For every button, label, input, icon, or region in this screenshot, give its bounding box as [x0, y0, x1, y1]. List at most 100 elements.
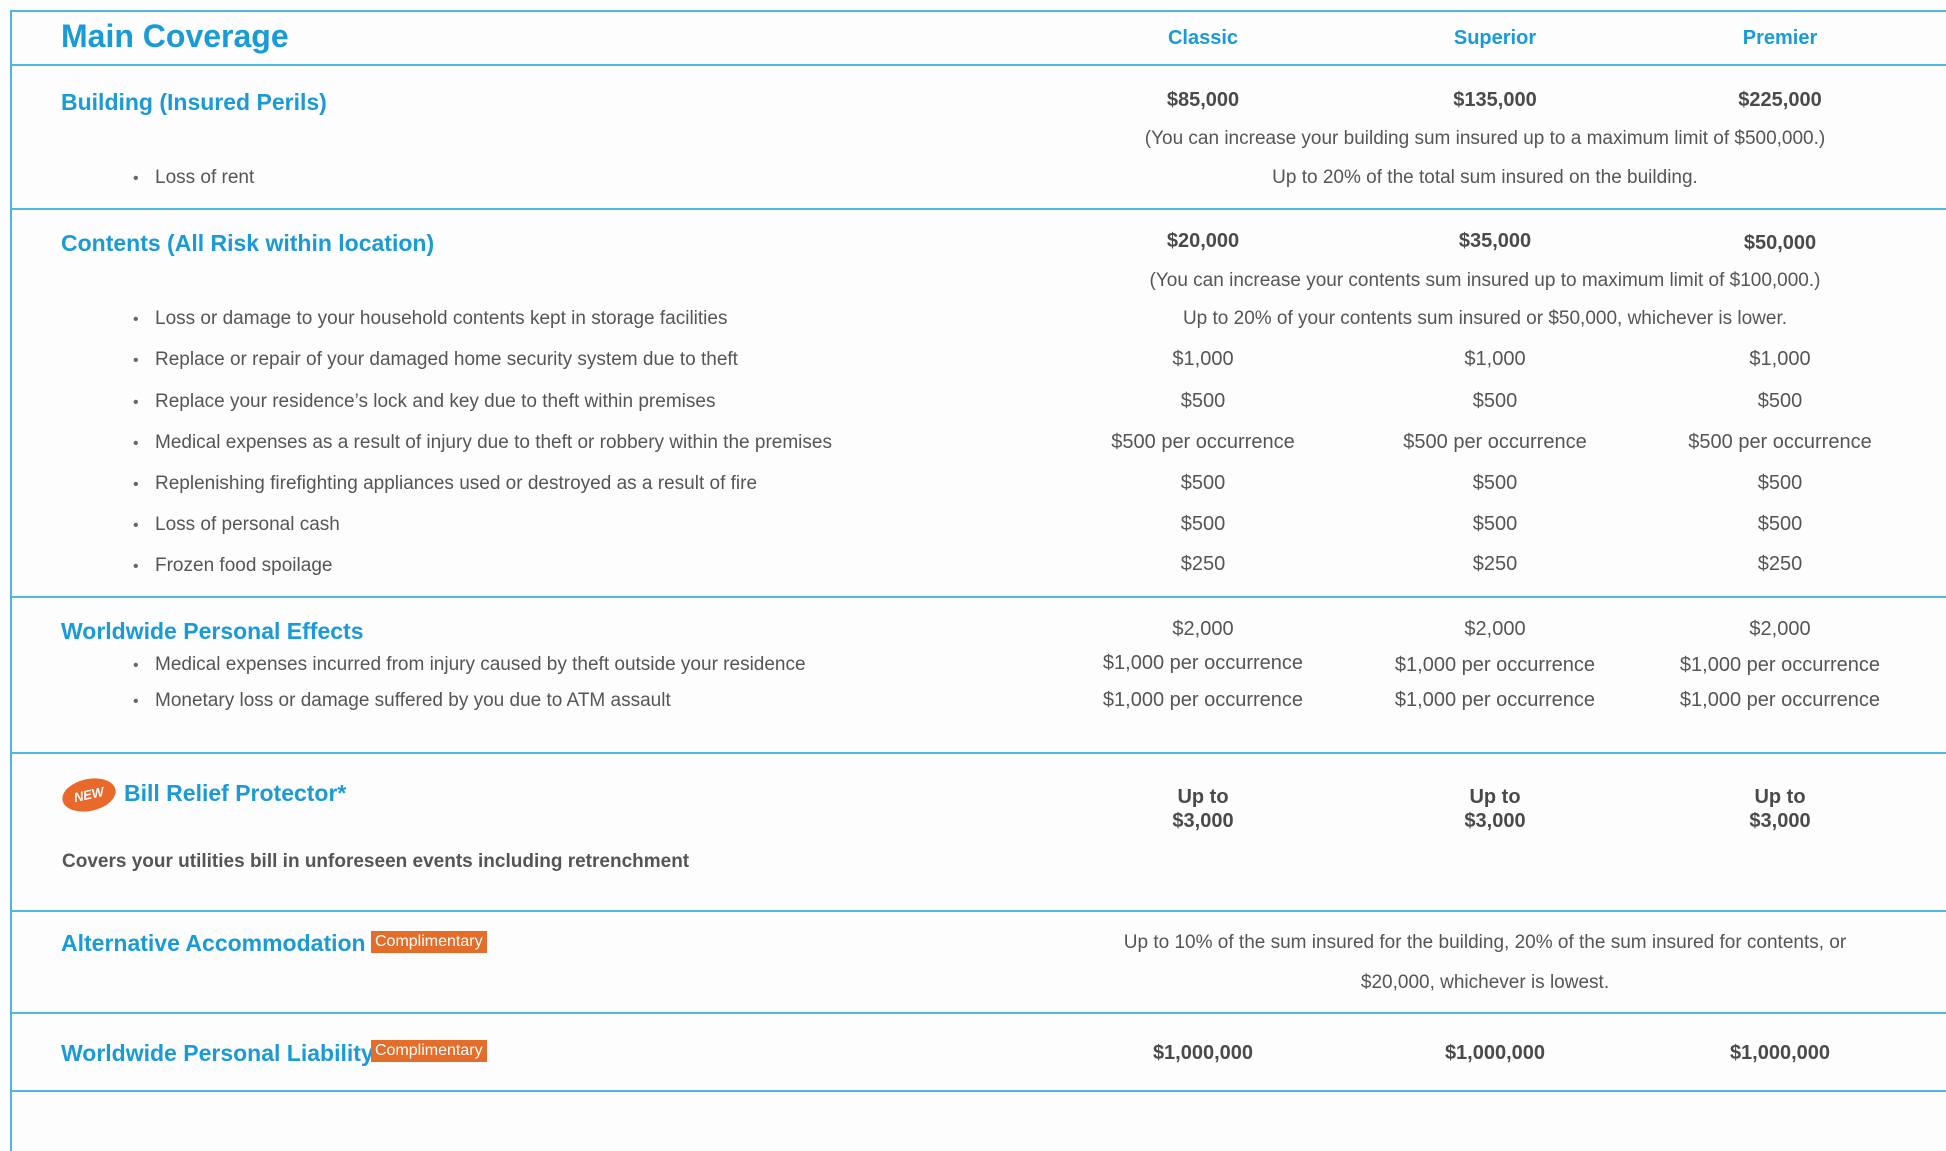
storage-value: Up to 20% of your contents sum insured o… [1182, 308, 1788, 329]
table-left-border [10, 10, 12, 1151]
page-title: Main Coverage [61, 18, 289, 54]
liability-value-superior: $1,000,000 [1444, 1042, 1546, 1064]
table-cell: $500 per occurrence [1403, 431, 1587, 453]
liability-section-title: Worldwide Personal Liability [61, 1040, 374, 1066]
table-cell: $500 [1757, 513, 1803, 535]
contents-value-premier: $50,000 [1743, 232, 1817, 254]
bullet-icon: • [133, 476, 139, 493]
building-value-classic: $85,000 [1166, 89, 1240, 111]
contents-value-superior: $35,000 [1458, 230, 1532, 252]
liability-value-classic: $1,000,000 [1152, 1042, 1254, 1064]
bullet-icon: • [133, 517, 139, 534]
accommodation-section-title: Alternative Accommodation [61, 930, 366, 956]
list-item: • Loss of rent [133, 167, 254, 189]
list-item: • Loss or damage to your household conten… [133, 308, 727, 330]
list-item: • Medical expenses incurred from injury c… [133, 654, 806, 676]
new-badge-icon: NEW [59, 773, 119, 817]
bullet-icon: • [133, 352, 139, 369]
table-cell: $1,000 per occurrence [1102, 652, 1304, 674]
divider-bill [10, 910, 1946, 912]
bill-value-classic-line1: Up to [1177, 786, 1229, 808]
table-cell: $500 [1472, 390, 1518, 412]
bill-value-premier-line1: Up to [1754, 786, 1806, 808]
effects-value-premier: $2,000 [1749, 618, 1811, 640]
column-header-classic: Classic [1167, 27, 1239, 49]
table-cell: $1,000 [1464, 348, 1526, 370]
list-item: • Replenishing firefighting appliances us… [133, 473, 757, 495]
table-cell: $1,000 per occurrence [1679, 689, 1881, 711]
divider-accommodation [10, 1012, 1946, 1014]
item-label: Loss of personal cash [155, 514, 340, 535]
table-cell: $500 [1757, 472, 1803, 494]
table-cell: $500 [1472, 472, 1518, 494]
table-cell: $1,000 per occurrence [1394, 689, 1596, 711]
table-cell: $250 [1757, 553, 1803, 575]
table-cell: $1,000 per occurrence [1394, 654, 1596, 676]
bill-value-premier-line2: $3,000 [1749, 810, 1811, 832]
list-item: • Medical expenses as a result of injury … [133, 432, 832, 454]
list-item: • Loss of personal cash [133, 514, 340, 536]
list-item: • Replace or repair of your damaged home … [133, 349, 738, 371]
bullet-icon: • [133, 693, 139, 710]
table-cell: $500 [1180, 472, 1226, 494]
loss-of-rent-value: Up to 20% of the total sum insured on th… [1272, 167, 1698, 188]
effects-value-classic: $2,000 [1172, 618, 1234, 640]
complimentary-badge: Complimentary [371, 1040, 487, 1062]
table-cell: $1,000 per occurrence [1679, 654, 1881, 676]
divider-contents [10, 596, 1946, 598]
list-item: • Frozen food spoilage [133, 555, 332, 577]
building-section-title: Building (Insured Perils) [61, 89, 327, 115]
table-cell: $500 [1757, 390, 1803, 412]
effects-value-superior: $2,000 [1464, 618, 1526, 640]
item-label: Loss or damage to your household content… [155, 308, 728, 329]
building-value-premier: $225,000 [1738, 89, 1822, 111]
divider-liability [10, 1090, 1946, 1092]
table-cell: $1,000 [1172, 348, 1234, 370]
divider-top [10, 10, 1946, 12]
column-header-premier: Premier [1742, 27, 1818, 49]
table-cell: $250 [1180, 553, 1226, 575]
contents-note: (You can increase your contents sum insu… [1149, 270, 1821, 291]
list-item: • Monetary loss or damage suffered by you… [133, 690, 671, 712]
item-label: Replace your residence’s lock and key du… [155, 391, 716, 412]
contents-value-classic: $20,000 [1166, 230, 1240, 252]
table-cell: $500 per occurrence [1111, 431, 1295, 453]
column-header-superior: Superior [1453, 27, 1537, 49]
bullet-icon: • [133, 394, 139, 411]
bill-value-superior-line2: $3,000 [1464, 810, 1526, 832]
item-label: Loss of rent [155, 167, 255, 188]
complimentary-badge: Complimentary [371, 931, 487, 953]
bill-value-superior-line1: Up to [1469, 786, 1521, 808]
table-cell: $500 per occurrence [1688, 431, 1872, 453]
item-label: Medical expenses as a result of injury d… [155, 432, 832, 453]
table-cell: $1,000 [1749, 348, 1811, 370]
bullet-icon: • [133, 657, 139, 674]
item-label: Medical expenses incurred from injury ca… [155, 654, 806, 675]
bullet-icon: • [133, 435, 139, 452]
liability-value-premier: $1,000,000 [1729, 1042, 1831, 1064]
bullet-icon: • [133, 558, 139, 575]
bill-section-title: Bill Relief Protector* [124, 780, 347, 806]
accommodation-value-line1: Up to 10% of the sum insured for the bui… [1123, 932, 1847, 953]
building-note: (You can increase your building sum insu… [1144, 128, 1826, 149]
item-label: Replace or repair of your damaged home s… [155, 349, 738, 370]
coverage-table: Main Coverage Classic Superior Premier B… [0, 0, 1946, 1151]
bullet-icon: • [133, 170, 139, 187]
table-cell: $500 [1472, 513, 1518, 535]
bill-value-classic-line2: $3,000 [1172, 810, 1234, 832]
effects-section-title: Worldwide Personal Effects [61, 618, 364, 644]
building-value-superior: $135,000 [1453, 89, 1537, 111]
divider-effects [10, 752, 1946, 754]
item-label: Frozen food spoilage [155, 555, 333, 576]
list-item: • Replace your residence’s lock and key d… [133, 391, 715, 413]
bullet-icon: • [133, 311, 139, 328]
contents-section-title: Contents (All Risk within location) [61, 230, 435, 256]
item-label: Replenishing firefighting appliances use… [155, 473, 758, 494]
table-cell: $500 [1180, 390, 1226, 412]
accommodation-value-line2: $20,000, whichever is lowest. [1360, 972, 1610, 993]
item-label: Monetary loss or damage suffered by you … [155, 690, 671, 711]
table-cell: $500 [1180, 513, 1226, 535]
divider-header [10, 64, 1946, 66]
table-cell: $250 [1472, 553, 1518, 575]
bill-description: Covers your utilities bill in unforeseen… [62, 851, 690, 872]
